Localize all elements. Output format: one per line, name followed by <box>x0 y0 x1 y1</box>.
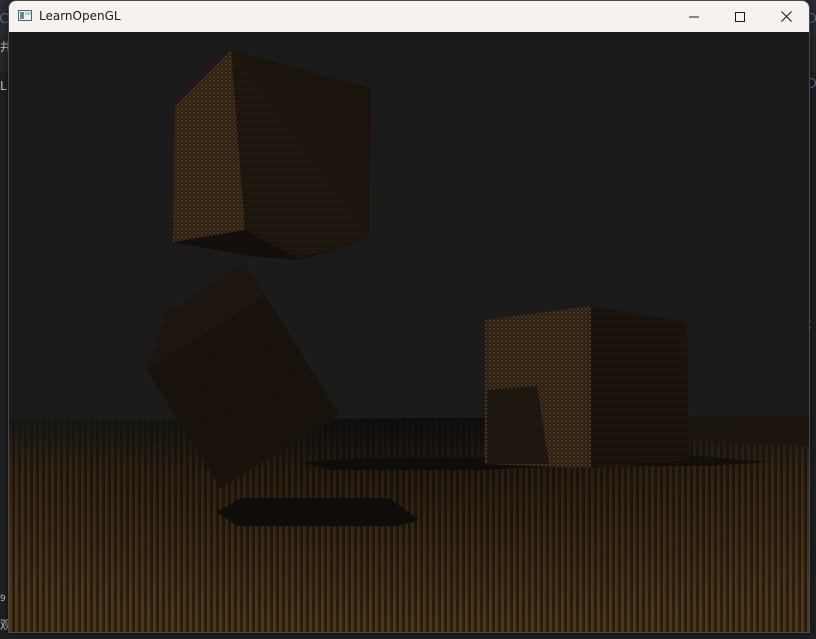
close-button[interactable] <box>763 1 809 32</box>
background-text: L <box>0 79 7 93</box>
maximize-button[interactable] <box>717 1 763 32</box>
background-left-edge <box>0 72 8 639</box>
minimize-button[interactable] <box>671 1 717 32</box>
title-bar[interactable]: LearnOpenGL <box>9 1 809 32</box>
cube-shadow <box>217 498 419 526</box>
floor-cube-right <box>485 306 689 468</box>
floating-cube-top <box>173 50 371 260</box>
background-text: 9 <box>0 594 6 604</box>
opengl-viewport[interactable] <box>9 32 809 632</box>
app-window: LearnOpenGL <box>8 0 810 633</box>
maximize-icon <box>735 11 745 22</box>
window-title: LearnOpenGL <box>39 9 121 23</box>
close-icon <box>780 11 792 22</box>
scene-render <box>9 32 809 632</box>
minimize-icon <box>689 12 699 22</box>
floor-plane <box>9 416 809 632</box>
app-window-icon <box>18 10 32 21</box>
